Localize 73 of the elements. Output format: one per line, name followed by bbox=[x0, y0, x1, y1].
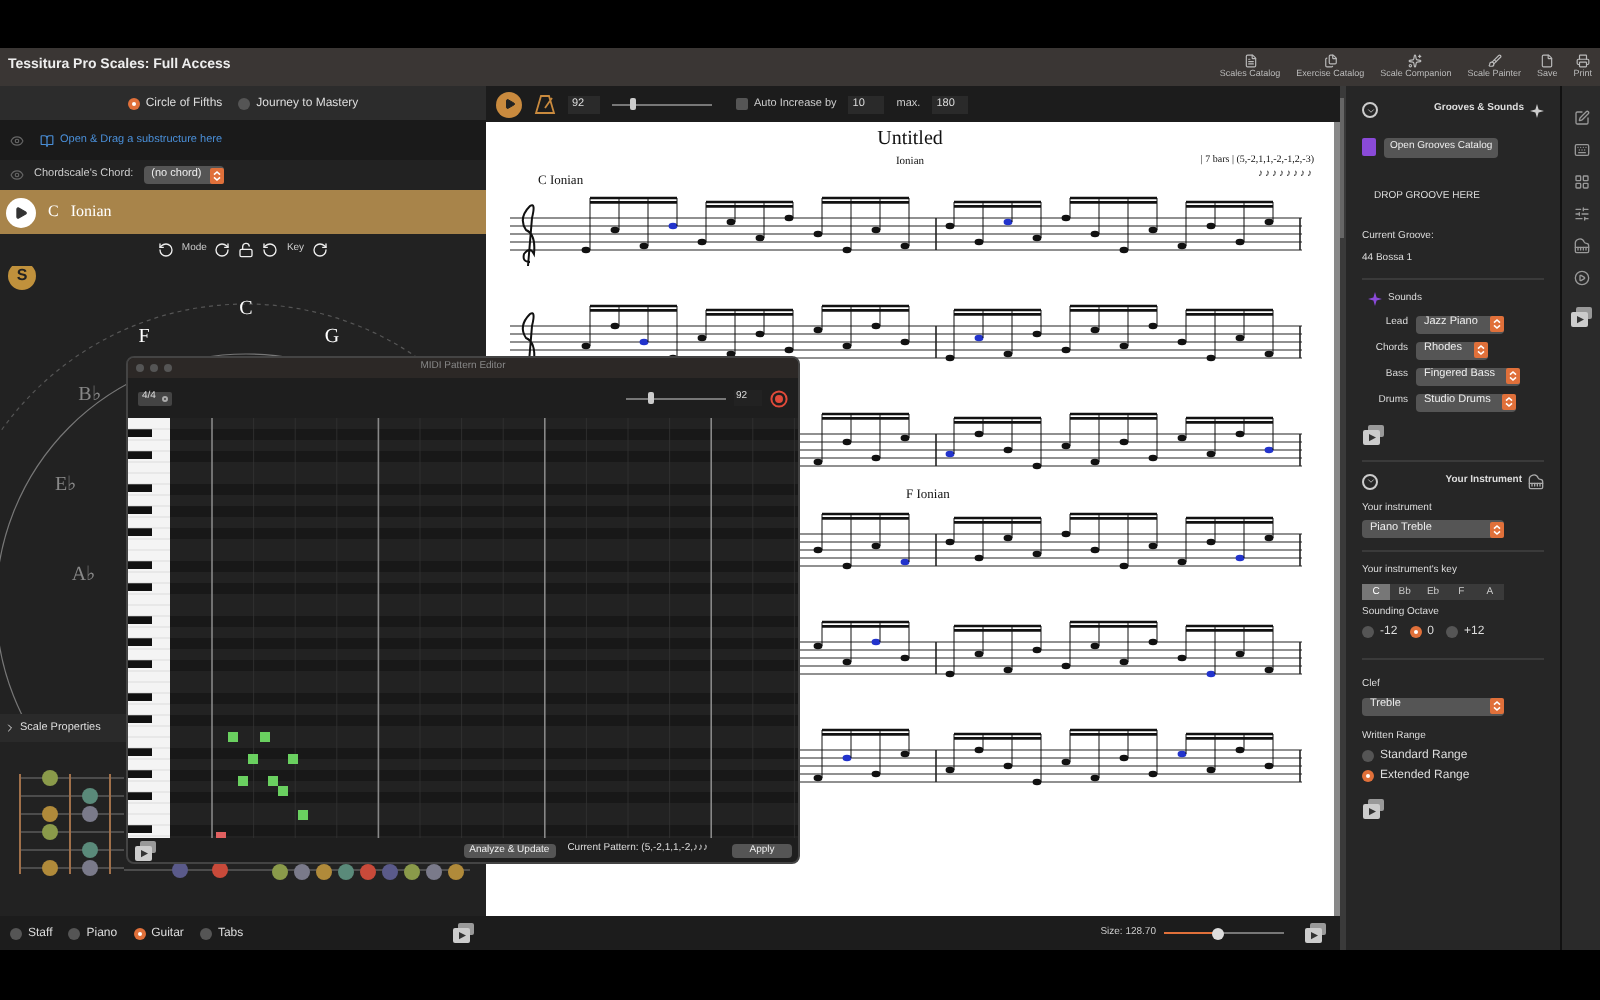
sparkle-icon bbox=[1368, 292, 1382, 307]
piano-icon bbox=[1528, 473, 1544, 489]
rotate-right-icon[interactable] bbox=[312, 242, 329, 258]
slider-thumb[interactable] bbox=[629, 98, 635, 110]
record-icon[interactable] bbox=[770, 389, 788, 407]
play-icon bbox=[503, 98, 515, 110]
video-stack-icon[interactable] bbox=[1304, 922, 1328, 944]
toolbar-icon bbox=[1243, 54, 1257, 69]
radio-button[interactable] bbox=[10, 927, 22, 939]
circle-note-label[interactable]: F bbox=[138, 328, 150, 348]
circle-note-label[interactable]: B♭ bbox=[78, 386, 102, 406]
video-stack-icon[interactable] bbox=[1569, 306, 1593, 328]
s-badge[interactable]: S bbox=[8, 266, 36, 290]
updown-caret-icon bbox=[1490, 698, 1504, 714]
rotate-left-icon[interactable] bbox=[157, 242, 174, 258]
collapse-toggle[interactable] bbox=[1362, 473, 1378, 489]
size-slider[interactable] bbox=[1164, 927, 1284, 939]
unlock-icon[interactable] bbox=[238, 242, 255, 258]
circle-note-label[interactable]: C bbox=[239, 300, 253, 320]
sparkle-icon bbox=[1530, 103, 1544, 117]
video-stack-icon[interactable] bbox=[1362, 798, 1386, 820]
scale-name: Ionian bbox=[70, 200, 112, 224]
toolbar-icon bbox=[1323, 54, 1338, 69]
toolbar-icon bbox=[1408, 54, 1423, 69]
circle-note-label[interactable]: G bbox=[324, 328, 340, 348]
video-stack-icon[interactable] bbox=[134, 839, 158, 861]
radio-button[interactable] bbox=[1362, 626, 1374, 638]
metronome-icon[interactable] bbox=[534, 94, 556, 114]
toolbar-icon bbox=[1540, 54, 1555, 69]
sliders-icon[interactable] bbox=[1573, 206, 1589, 222]
toolbar-icon bbox=[1487, 54, 1502, 69]
book-icon bbox=[40, 133, 54, 147]
video-stack-icon[interactable] bbox=[452, 922, 476, 944]
velocity-slider[interactable] bbox=[626, 392, 726, 404]
radio-button[interactable] bbox=[68, 927, 81, 939]
rotate-left-icon[interactable] bbox=[262, 242, 279, 258]
radio-button[interactable] bbox=[1446, 626, 1459, 638]
rotate-right-icon[interactable] bbox=[214, 242, 231, 258]
radio-button[interactable] bbox=[127, 97, 140, 109]
radio-button[interactable] bbox=[1409, 626, 1422, 638]
slider-thumb[interactable] bbox=[648, 392, 654, 404]
score-title: Untitled bbox=[877, 128, 943, 153]
toolbar-icon bbox=[1575, 54, 1590, 69]
play-icon bbox=[14, 205, 28, 219]
checkbox[interactable] bbox=[736, 98, 748, 110]
radio-button[interactable] bbox=[1362, 770, 1374, 782]
circle-note-label[interactable]: A♭ bbox=[71, 566, 97, 586]
updown-caret-icon bbox=[1490, 521, 1504, 537]
updown-caret-icon bbox=[209, 167, 224, 183]
play-button[interactable] bbox=[6, 197, 36, 227]
scale-root: C bbox=[48, 200, 59, 224]
updown-caret-icon bbox=[1473, 342, 1488, 358]
eye-icon[interactable] bbox=[10, 168, 24, 182]
radio-button[interactable] bbox=[1362, 750, 1374, 762]
edit-icon[interactable] bbox=[1573, 110, 1589, 126]
chevron-down-icon bbox=[1365, 476, 1375, 486]
radio-button[interactable] bbox=[238, 97, 251, 109]
video-stack-icon[interactable] bbox=[1362, 423, 1386, 445]
updown-caret-icon bbox=[1502, 394, 1517, 410]
radio-button[interactable] bbox=[133, 927, 146, 939]
collapse-toggle[interactable] bbox=[1362, 102, 1378, 118]
play-circle-icon[interactable] bbox=[1573, 270, 1589, 286]
grid-icon[interactable] bbox=[1573, 174, 1589, 190]
chevron-down-icon bbox=[1365, 105, 1375, 115]
circle-note-label[interactable]: E♭ bbox=[54, 476, 78, 496]
updown-caret-icon bbox=[1506, 368, 1521, 384]
eye-icon[interactable] bbox=[10, 133, 24, 147]
radio-button[interactable] bbox=[199, 927, 212, 939]
play-button[interactable] bbox=[496, 91, 522, 117]
keyboard-icon[interactable] bbox=[1573, 142, 1589, 158]
tempo-slider[interactable] bbox=[612, 98, 712, 110]
piano-icon[interactable] bbox=[1573, 238, 1589, 254]
updown-caret-icon bbox=[1489, 316, 1504, 332]
